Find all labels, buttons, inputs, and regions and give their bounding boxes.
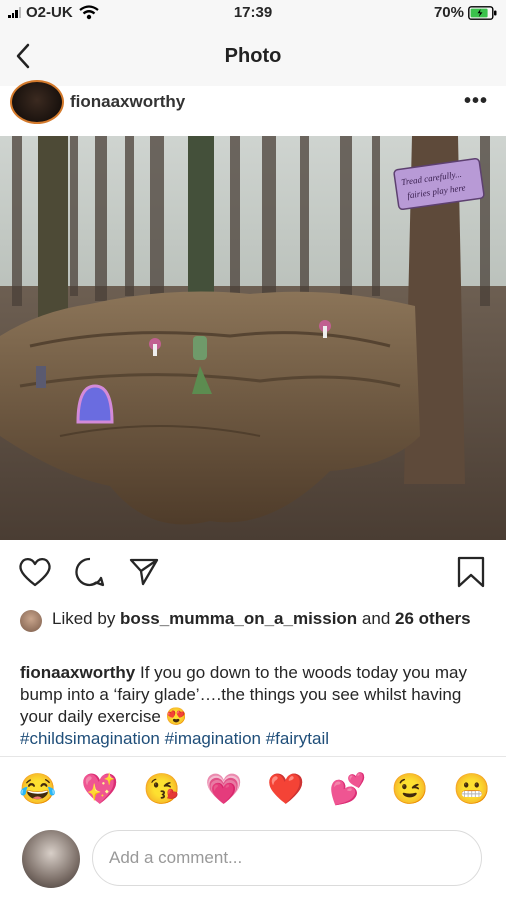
comment-row [0, 820, 506, 900]
likes-prefix: Liked by [52, 609, 121, 628]
heart-icon[interactable] [18, 556, 52, 588]
caption-username[interactable]: fionaaxworthy [20, 663, 135, 682]
battery-icon [468, 5, 497, 20]
clock: 17:39 [233, 4, 273, 21]
share-icon[interactable] [128, 556, 160, 588]
post-photo[interactable]: Tread carefully... fairies play here [0, 136, 506, 540]
post-username[interactable]: fionaaxworthy [70, 92, 185, 112]
caption-hashtags[interactable]: #childsimagination #imagination #fairyta… [20, 729, 329, 748]
emoji-red-heart[interactable]: ❤️ [267, 773, 304, 807]
likes-summary[interactable]: Liked by boss_mumma_on_a_mission and 26 … [20, 608, 490, 632]
bookmark-icon[interactable] [456, 556, 486, 588]
liker-avatar [20, 610, 42, 632]
battery-percent: 70% [433, 4, 464, 21]
emoji-sparkling-heart[interactable]: 💖 [81, 773, 118, 807]
avatar[interactable] [10, 80, 64, 124]
likes-middle: and [357, 609, 396, 628]
emoji-tears-of-joy[interactable]: 😂 [19, 773, 56, 807]
status-bar: O2-UK 17:39 70% [0, 0, 506, 28]
emoji-kiss[interactable]: 😘 [143, 773, 180, 807]
emoji-two-hearts[interactable]: 💕 [329, 773, 366, 807]
post-header: fionaaxworthy ••• [0, 80, 506, 136]
emoji-wink[interactable]: 😉 [391, 773, 428, 807]
liker-username[interactable]: boss_mumma_on_a_mission [120, 609, 357, 628]
post-actions [0, 548, 506, 598]
battery-status: 70% [434, 4, 498, 21]
emoji-reaction-bar: 😂 💖 😘 💗 ❤️ 💕 😉 😬 [0, 756, 506, 821]
page-title: Photo [224, 45, 282, 67]
comment-icon[interactable] [74, 556, 106, 588]
likes-text: Liked by boss_mumma_on_a_mission and 26 … [20, 608, 490, 630]
emoji-grimace[interactable]: 😬 [453, 773, 490, 807]
current-user-avatar [22, 830, 80, 888]
comment-input[interactable] [92, 830, 482, 886]
nav-bar: Photo [0, 28, 506, 86]
more-icon[interactable]: ••• [464, 90, 488, 113]
likes-others[interactable]: 26 others [395, 609, 471, 628]
post-caption: fionaaxworthy If you go down to the wood… [20, 662, 496, 750]
emoji-growing-heart[interactable]: 💗 [205, 773, 242, 807]
